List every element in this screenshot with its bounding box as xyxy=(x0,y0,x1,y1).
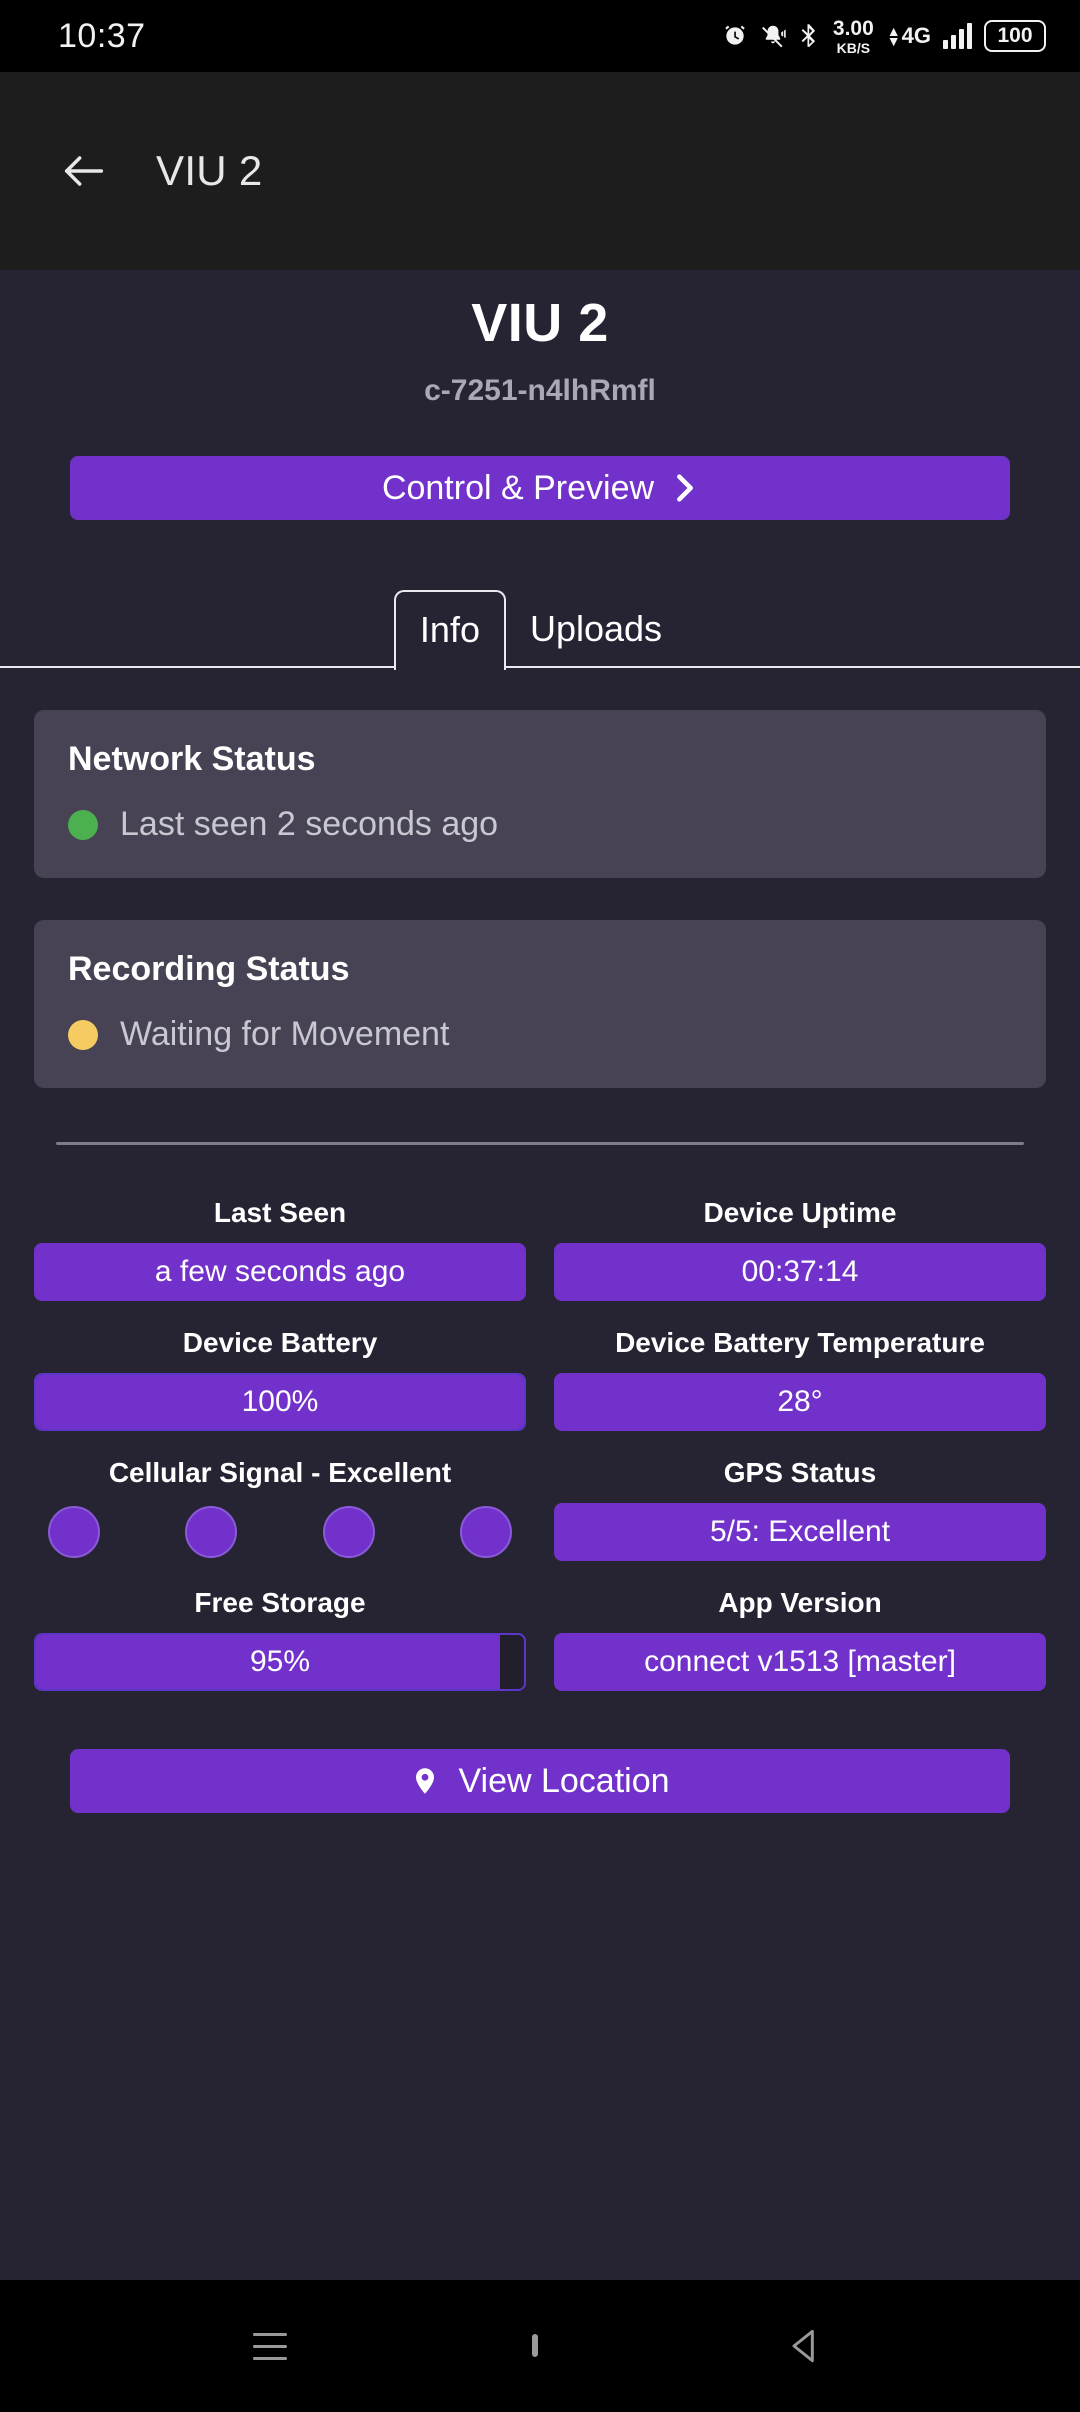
signal-dot xyxy=(48,1506,100,1558)
info-value-chip[interactable]: 5/5: Excellent xyxy=(554,1503,1046,1561)
network-type-label: 4G xyxy=(901,23,931,48)
battery-indicator: 100 xyxy=(984,20,1046,52)
tab-uploads-label: Uploads xyxy=(529,608,663,649)
status-dot-waiting xyxy=(68,1019,98,1050)
info-cell: GPS Status 5/5: Excellent xyxy=(554,1431,1046,1561)
network-speed-value: 3.00 xyxy=(832,16,874,40)
meter-label: 100% xyxy=(241,1385,319,1418)
cellular-bars-icon xyxy=(943,23,972,49)
info-value-meter[interactable]: 100% xyxy=(34,1373,526,1431)
bluetooth-icon xyxy=(798,23,820,49)
info-value-chip[interactable]: connect v1513 [master] xyxy=(554,1633,1046,1691)
section-divider xyxy=(56,1142,1024,1145)
info-tab-content: Network Status Last seen 2 seconds ago R… xyxy=(0,668,1080,2280)
recording-status-value: Waiting for Movement xyxy=(120,1015,450,1053)
tab-bar: Info Uploads xyxy=(0,590,1080,670)
network-type-indicator: ▲ ▼ 4G xyxy=(887,23,931,49)
info-label: Cellular Signal - Excellent xyxy=(108,1457,452,1488)
back-triangle-icon[interactable] xyxy=(783,2324,827,2368)
info-value-meter[interactable]: 95% xyxy=(34,1633,526,1691)
signal-dot xyxy=(459,1506,512,1558)
recording-status-title: Recording Status xyxy=(68,950,350,988)
recents-icon[interactable] xyxy=(252,2332,287,2360)
device-id: c-7251-n4lhRmfl xyxy=(424,374,656,407)
view-location-button[interactable]: View Location xyxy=(70,1749,1010,1813)
info-label: App Version xyxy=(718,1587,882,1618)
signal-dot xyxy=(185,1506,238,1558)
info-cell: Free Storage 95% xyxy=(34,1561,526,1691)
info-label: Free Storage xyxy=(194,1587,366,1618)
app-bar: VIU 2 xyxy=(0,72,1080,270)
chevron-right-icon xyxy=(672,471,698,505)
cellular-signal-dots xyxy=(34,1503,526,1561)
network-speed-indicator: 3.00 KB/S xyxy=(833,18,874,55)
phone-screen: 10:37 3.00 KB/S ▲ ▼ 4G 100 VIU 2 VIU 2 c… xyxy=(0,0,1080,2412)
tab-info-label: Info xyxy=(419,609,480,650)
map-pin-icon xyxy=(410,1762,440,1800)
view-location-label: View Location xyxy=(458,1761,670,1800)
info-cell: App Version connect v1513 [master] xyxy=(554,1561,1046,1691)
info-cell: Device Battery Temperature 28° xyxy=(554,1301,1046,1431)
status-bar-icons: 3.00 KB/S ▲ ▼ 4G 100 xyxy=(722,18,1046,55)
arrow-left-icon[interactable] xyxy=(58,145,110,197)
device-header: VIU 2 c-7251-n4lhRmfl xyxy=(0,270,1080,408)
control-and-preview-label: Control & Preview xyxy=(381,468,655,507)
info-label: Device Battery xyxy=(182,1327,378,1358)
info-cell: Device Uptime 00:37:14 xyxy=(554,1171,1046,1301)
alarm-icon xyxy=(722,23,748,49)
signal-dot xyxy=(322,1506,375,1558)
app-bar-title: VIU 2 xyxy=(156,147,263,194)
tab-info[interactable]: Info xyxy=(393,590,506,670)
device-name: VIU 2 xyxy=(471,293,609,353)
recording-status-card: Recording Status Waiting for Movement xyxy=(34,920,1046,1088)
network-status-title: Network Status xyxy=(68,740,316,778)
info-value-chip[interactable]: 28° xyxy=(554,1373,1046,1431)
bell-muted-icon xyxy=(760,23,786,49)
tab-uploads[interactable]: Uploads xyxy=(506,590,686,668)
info-cell: Device Battery 100% xyxy=(34,1301,526,1431)
network-speed-unit: KB/S xyxy=(836,39,871,56)
info-label: GPS Status xyxy=(723,1457,877,1488)
info-value-chip[interactable]: a few seconds ago xyxy=(34,1243,526,1301)
control-and-preview-button[interactable]: Control & Preview xyxy=(70,456,1010,520)
data-arrows-icon: ▲ ▼ xyxy=(886,22,901,49)
info-cell: Last Seen a few seconds ago xyxy=(34,1171,526,1301)
system-status-bar: 10:37 3.00 KB/S ▲ ▼ 4G 100 xyxy=(0,0,1080,72)
info-label: Last Seen xyxy=(213,1197,347,1228)
info-label: Device Uptime xyxy=(703,1197,897,1228)
info-label: Device Battery Temperature xyxy=(615,1327,985,1358)
network-status-card: Network Status Last seen 2 seconds ago xyxy=(34,710,1046,878)
network-status-value: Last seen 2 seconds ago xyxy=(120,805,499,843)
status-dot-online xyxy=(68,809,98,840)
info-cell: Cellular Signal - Excellent xyxy=(34,1431,526,1561)
status-bar-clock: 10:37 xyxy=(58,16,146,55)
system-nav-bar xyxy=(0,2280,1080,2412)
info-value-chip[interactable]: 00:37:14 xyxy=(554,1243,1046,1301)
device-info-grid: Last Seen a few seconds ago Device Uptime 0… xyxy=(34,1171,1046,1691)
meter-label: 95% xyxy=(249,1645,311,1678)
